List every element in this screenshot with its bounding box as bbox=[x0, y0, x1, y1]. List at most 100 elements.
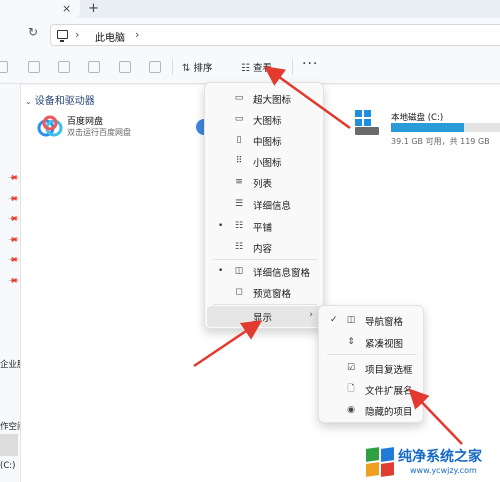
computer-icon bbox=[57, 30, 68, 42]
drive-usage-bar bbox=[391, 123, 500, 132]
view-menu-item[interactable]: ☷ 内容 bbox=[207, 237, 323, 258]
drive-c-name[interactable]: 本地磁盘 (C:) bbox=[391, 111, 443, 123]
details-icon: ☰ bbox=[234, 199, 244, 209]
copy-icon[interactable] bbox=[28, 61, 40, 73]
view-menu-item[interactable]: ◻ 预览窗格 bbox=[207, 282, 323, 303]
selected-bullet-icon: • bbox=[218, 266, 224, 276]
menu-item-label: 预览窗格 bbox=[253, 289, 292, 300]
menu-item-label: 小图标 bbox=[253, 158, 282, 169]
compact-view-icon: ⇕ bbox=[347, 337, 355, 347]
show-submenu-item[interactable]: ✓ ◫ 导航窗格 bbox=[321, 310, 423, 331]
sort-icon: ⇅ bbox=[182, 63, 191, 74]
menu-item-label: 中图标 bbox=[253, 137, 282, 148]
view-menu-item[interactable]: ≡ 列表 bbox=[207, 172, 323, 193]
menu-separator bbox=[327, 354, 417, 355]
sidebar-item-enterprise[interactable]: 企业服 bbox=[0, 358, 20, 370]
chevron-right-icon: › bbox=[309, 310, 313, 320]
tab-this-pc[interactable]: × bbox=[0, 0, 80, 18]
tiles-icon: ☷ bbox=[234, 221, 244, 231]
content-icon: ☷ bbox=[234, 242, 244, 252]
hard-drive-icon bbox=[355, 127, 379, 135]
submenu-item-label: 项目复选框 bbox=[365, 365, 413, 376]
sort-button[interactable]: ⇅ 排序 bbox=[182, 60, 212, 74]
menu-item-label: 列表 bbox=[253, 179, 273, 190]
submenu-item-label: 隐藏的项目 bbox=[365, 407, 413, 418]
file-extension-icon: 🗋 bbox=[347, 384, 355, 394]
sidebar-item-selected[interactable] bbox=[0, 434, 18, 456]
section-header-devices[interactable]: ⌄ 设备和驱动器 bbox=[25, 92, 95, 107]
hidden-items-icon: ◉ bbox=[347, 405, 355, 415]
more-options-icon[interactable]: ··· bbox=[302, 56, 318, 72]
cut-icon[interactable] bbox=[0, 61, 8, 73]
sidebar-item-drive-c[interactable]: (C:) bbox=[0, 461, 20, 471]
details-pane-icon: ◫ bbox=[234, 266, 244, 276]
share-icon[interactable] bbox=[119, 61, 131, 73]
menu-item-label: 大图标 bbox=[253, 116, 282, 127]
watermark-url: www.ycwjzy.com bbox=[410, 466, 477, 475]
view-menu-item[interactable]: ▯ 中图标 bbox=[207, 130, 323, 151]
view-menu-item[interactable]: ☰ 详细信息 bbox=[207, 194, 323, 215]
preview-pane-icon: ◻ bbox=[235, 287, 243, 297]
checkmark-icon: ✓ bbox=[330, 315, 338, 325]
medium-icon: ▯ bbox=[236, 135, 242, 145]
logo-square bbox=[381, 447, 394, 462]
view-menu-item[interactable]: ⠿ 小图标 bbox=[207, 151, 323, 172]
menu-separator bbox=[213, 304, 317, 305]
windows-icon bbox=[355, 110, 371, 126]
delete-icon[interactable] bbox=[149, 61, 161, 73]
show-submenu-item[interactable]: ⇕ 紧凑视图 bbox=[321, 332, 423, 353]
show-submenu-item[interactable]: ☑ 项目复选框 bbox=[321, 358, 423, 379]
nav-pane-icon: ◫ bbox=[346, 315, 356, 325]
command-bar: ⇅ 排序 ☷ 查看 ··· bbox=[0, 50, 500, 84]
watermark-logo bbox=[366, 447, 394, 477]
refresh-icon[interactable]: ↻ bbox=[28, 25, 38, 39]
drive-usage-fill bbox=[391, 123, 465, 132]
address-bar-row: ↻ › 此电脑 › bbox=[0, 18, 500, 50]
large-icon: ▭ bbox=[234, 114, 244, 124]
toolbar-divider bbox=[292, 59, 293, 75]
view-menu-item-show[interactable]: 显示 › bbox=[207, 306, 323, 327]
item-checkbox-icon: ☑ bbox=[346, 363, 356, 373]
breadcrumb-separator[interactable]: › bbox=[75, 28, 79, 41]
view-label: 查看 bbox=[252, 63, 272, 74]
show-submenu-item[interactable]: 🗋 文件扩展名 bbox=[321, 379, 423, 400]
logo-square bbox=[381, 462, 394, 477]
breadcrumb-separator-end[interactable]: › bbox=[135, 28, 139, 41]
baidu-netdisk-icon[interactable] bbox=[37, 115, 63, 141]
breadcrumb-this-pc[interactable]: 此电脑 bbox=[95, 29, 125, 44]
menu-item-label: 详细信息窗格 bbox=[253, 268, 311, 279]
list-icon: ≡ bbox=[235, 177, 243, 187]
show-submenu-item[interactable]: ◉ 隐藏的项目 bbox=[321, 400, 423, 421]
monitor-icon: ▭ bbox=[234, 93, 244, 103]
tab-close-icon[interactable]: × bbox=[62, 2, 71, 15]
menu-separator bbox=[213, 259, 317, 260]
logo-square bbox=[366, 462, 379, 477]
menu-item-label: 内容 bbox=[253, 244, 273, 255]
drive-c-info: 39.1 GB 可用，共 119 GB bbox=[391, 137, 490, 146]
view-button[interactable]: ☷ 查看 bbox=[241, 60, 272, 74]
chevron-down-icon: ⌄ bbox=[25, 97, 32, 106]
view-menu-item[interactable]: • ☷ 平铺 bbox=[207, 216, 323, 237]
menu-item-label: 超大图标 bbox=[253, 95, 292, 106]
show-submenu: ✓ ◫ 导航窗格 ⇕ 紧凑视图 ☑ 项目复选框 🗋 文件扩展名 ◉ 隐藏的项目 bbox=[318, 305, 424, 423]
view-menu-item[interactable]: ▭ 大图标 bbox=[207, 109, 323, 130]
menu-item-label: 平铺 bbox=[253, 223, 273, 234]
toolbar-divider bbox=[172, 59, 173, 75]
submenu-item-label: 文件扩展名 bbox=[365, 386, 413, 397]
sidebar-item-workspace[interactable]: 作空间 bbox=[0, 420, 20, 432]
address-bar[interactable]: › 此电脑 › bbox=[50, 24, 500, 46]
view-menu-item[interactable]: • ◫ 详细信息窗格 bbox=[207, 261, 323, 282]
logo-square bbox=[366, 447, 379, 462]
view-menu-item[interactable]: ▭ 超大图标 bbox=[207, 88, 323, 109]
menu-item-label: 详细信息 bbox=[253, 201, 292, 212]
paste-icon[interactable] bbox=[58, 61, 70, 73]
rename-icon[interactable] bbox=[88, 61, 100, 73]
baidu-netdisk-name[interactable]: 百度网盘 bbox=[67, 114, 103, 127]
new-tab-icon[interactable]: + bbox=[88, 1, 99, 16]
section-title: 设备和驱动器 bbox=[34, 96, 95, 107]
small-icons-icon: ⠿ bbox=[235, 156, 243, 166]
submenu-item-label: 紧凑视图 bbox=[365, 339, 404, 350]
selected-bullet-icon: • bbox=[218, 221, 224, 231]
baidu-netdisk-subtitle: 双击运行百度网盘 bbox=[67, 128, 131, 137]
sort-label: 排序 bbox=[193, 63, 213, 74]
